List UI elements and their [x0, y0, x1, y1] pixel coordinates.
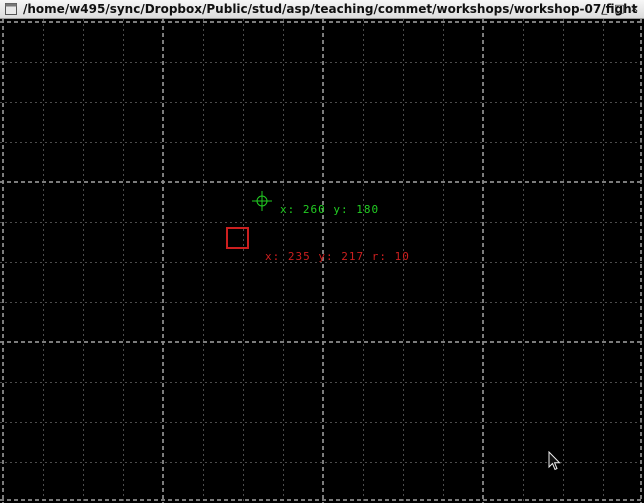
target-crosshair — [252, 191, 272, 211]
box-coordinates: x: 235 y: 217 r: 10 — [265, 250, 410, 263]
title-bar[interactable]: /home/w495/sync/Dropbox/Public/stud/asp/… — [0, 0, 644, 19]
maximize-button[interactable]: □ — [613, 2, 626, 16]
game-canvas[interactable]: x: 260 y: 180 x: 235 y: 217 r: 10 — [0, 19, 644, 503]
canvas-svg: x: 260 y: 180 x: 235 y: 217 r: 10 — [0, 19, 644, 503]
app-icon — [5, 3, 17, 15]
close-button[interactable]: × — [628, 2, 641, 16]
minimize-button[interactable]: _ — [598, 2, 611, 16]
window-title: /home/w495/sync/Dropbox/Public/stud/asp/… — [23, 2, 638, 16]
target-coordinates: x: 260 y: 180 — [280, 203, 379, 216]
app-window: /home/w495/sync/Dropbox/Public/stud/asp/… — [0, 0, 644, 503]
player-box — [226, 227, 249, 249]
mouse-pointer-icon — [548, 451, 561, 471]
